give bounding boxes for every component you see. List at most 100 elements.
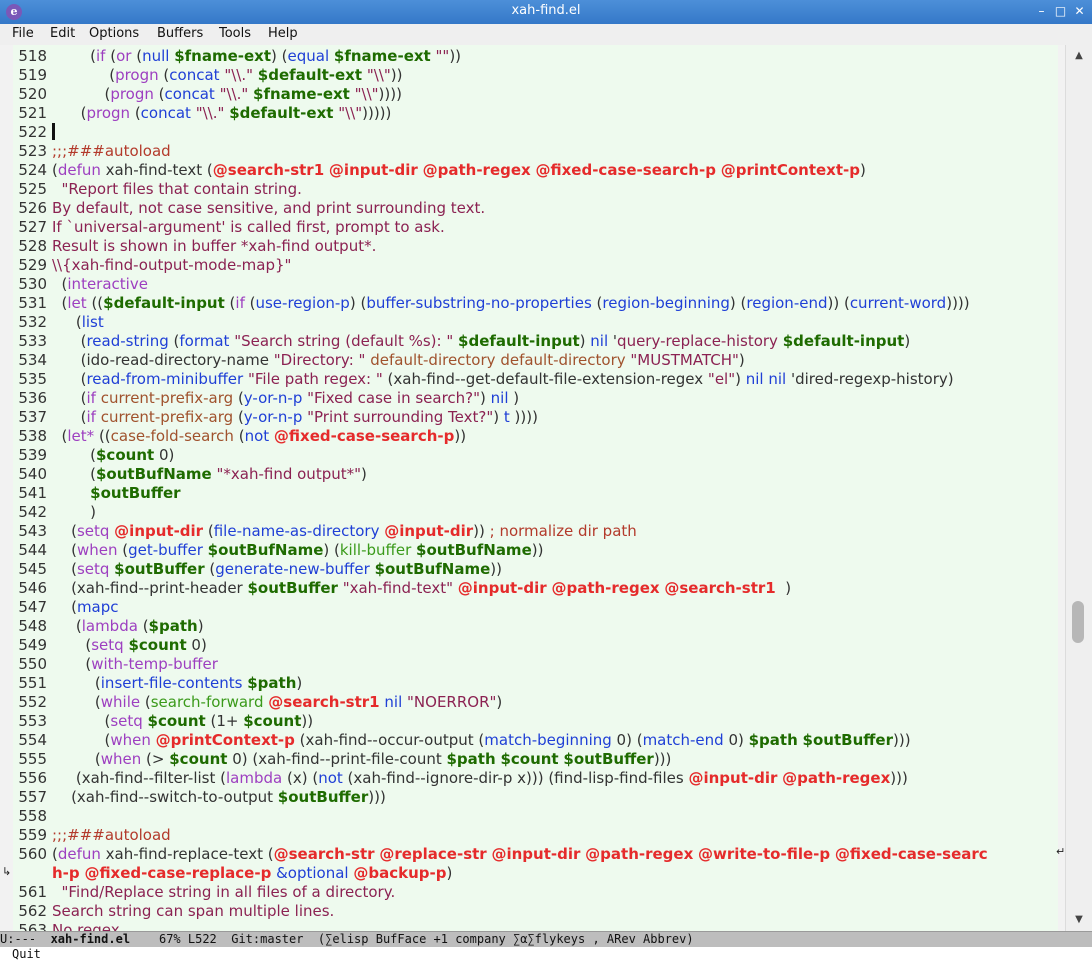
menu-buffers[interactable]: Buffers <box>157 26 203 41</box>
menu-options[interactable]: Options <box>89 26 139 41</box>
code-line[interactable]: 527 If `universal-argument' is called fir… <box>14 218 1056 237</box>
code-line[interactable]: 546 (xah-find--print-header $outBuffer "… <box>14 579 1056 598</box>
code-line[interactable]: 543 (setq @input-dir (file-name-as-direc… <box>14 522 1056 541</box>
code-line[interactable]: 534 (ido-read-directory-name "Directory:… <box>14 351 1056 370</box>
code-line[interactable]: 530 (interactive <box>14 275 1056 294</box>
code-line[interactable]: 522 <box>14 123 1056 142</box>
close-icon[interactable]: ✕ <box>1071 3 1088 20</box>
code-line[interactable]: 529 \\{xah-find-output-mode-map}" <box>14 256 1056 275</box>
code-token: ) <box>579 332 591 350</box>
code-token: format <box>179 332 230 350</box>
code-token: (> <box>141 750 170 768</box>
code-line[interactable]: 539 ($count 0) <box>14 446 1056 465</box>
line-number: 524 <box>18 161 47 179</box>
vertical-scrollbar[interactable]: ▲ ▼ <box>1065 45 1092 931</box>
code-token: )) <box>301 712 314 730</box>
code-line[interactable]: h-p @fixed-case-replace-p &optional @bac… <box>14 864 1056 883</box>
code-token: @input-dir <box>457 579 547 597</box>
code-token: (xah-find--print-header <box>52 579 248 597</box>
code-token: defun <box>57 161 101 179</box>
editor-area[interactable]: 518 (if (or (null $fname-ext) (equal $fn… <box>0 45 1092 939</box>
line-number: 531 <box>18 294 47 312</box>
code-line[interactable]: 547 (mapc <box>14 598 1056 617</box>
modeline-vc[interactable]: Git:master <box>231 932 303 946</box>
code-token: current-prefix-arg <box>100 408 234 426</box>
code-line[interactable]: 537 (if current-prefix-arg (y-or-n-p "Pr… <box>14 408 1056 427</box>
maximize-icon[interactable]: □ <box>1052 3 1069 20</box>
code-token: null <box>142 47 170 65</box>
code-line[interactable]: 520 (progn (concat "\\." $fname-ext "\\"… <box>14 85 1056 104</box>
code-token: nil <box>384 693 403 711</box>
code-token: ) <box>738 351 745 369</box>
code-line[interactable]: 549 (setq $count 0) <box>14 636 1056 655</box>
code-line[interactable]: 560 (defun xah-find-replace-text (@search… <box>14 845 1056 864</box>
code-token: ) <box>493 408 504 426</box>
code-line[interactable]: 542 ) <box>14 503 1056 522</box>
code-line[interactable]: 538 (let* ((case-fold-search (not @fixed… <box>14 427 1056 446</box>
menu-file[interactable]: File <box>12 26 34 41</box>
code-token: @printContext-p <box>720 161 860 179</box>
code-token: (xah-find--filter-list ( <box>52 769 226 787</box>
code-line[interactable]: 556 (xah-find--filter-list (lambda (x) (… <box>14 769 1056 788</box>
code-buffer[interactable]: 518 (if (or (null $fname-ext) (equal $fn… <box>14 47 1056 940</box>
code-line[interactable]: 533 (read-string (format "Search string … <box>14 332 1056 351</box>
code-line[interactable]: 553 (setq $count (1+ $count)) <box>14 712 1056 731</box>
scroll-down-icon[interactable]: ▼ <box>1066 911 1092 929</box>
code-token: ( <box>52 522 77 540</box>
code-token: $count <box>96 446 155 464</box>
code-token: lambda <box>225 769 283 787</box>
line-number: 543 <box>18 522 47 540</box>
scroll-up-icon[interactable]: ▲ <box>1066 47 1092 65</box>
code-token: setq <box>76 522 110 540</box>
menu-edit[interactable]: Edit <box>50 26 75 41</box>
minimize-icon[interactable]: – <box>1033 3 1050 20</box>
code-token: $outBuffer <box>563 750 654 768</box>
scrollbar-thumb[interactable] <box>1072 601 1084 643</box>
code-token: when <box>100 750 142 768</box>
code-line[interactable]: 528 Result is shown in buffer *xah-find o… <box>14 237 1056 256</box>
code-line[interactable]: 551 (insert-file-contents $path) <box>14 674 1056 693</box>
code-line[interactable]: 555 (when (> $count 0) (xah-find--print-… <box>14 750 1056 769</box>
mode-line[interactable]: U:--- xah-find.el 67% L522 Git:master (∑… <box>0 931 1092 947</box>
window-title: xah-find.el <box>511 3 581 18</box>
modeline-modes[interactable]: (∑elisp BufFace +1 company ∑α∑flykeys , … <box>318 932 694 946</box>
code-line[interactable]: 531 (let (($default-input (if (use-regio… <box>14 294 1056 313</box>
code-line[interactable]: 541 $outBuffer <box>14 484 1056 503</box>
code-line[interactable]: 552 (while (search-forward @search-str1 … <box>14 693 1056 712</box>
code-token: ( <box>52 655 92 673</box>
menu-tools[interactable]: Tools <box>219 26 251 41</box>
code-line[interactable]: 524 (defun xah-find-text (@search-str1 @i… <box>14 161 1056 180</box>
code-line[interactable]: 548 (lambda ($path) <box>14 617 1056 636</box>
code-line[interactable]: 562 Search string can span multiple lines… <box>14 902 1056 921</box>
code-token: or <box>116 47 132 65</box>
code-line[interactable]: 559 ;;;###autoload <box>14 826 1056 845</box>
menu-bar: File Edit Options Buffers Tools Help <box>0 24 1092 46</box>
menu-help[interactable]: Help <box>268 26 298 41</box>
line-number: 537 <box>18 408 47 426</box>
code-line[interactable]: 519 (progn (concat "\\." $default-ext "\… <box>14 66 1056 85</box>
code-line[interactable]: 544 (when (get-buffer $outBufName) (kill… <box>14 541 1056 560</box>
code-line[interactable]: 561 "Find/Replace string in all files of… <box>14 883 1056 902</box>
code-token: ( <box>52 66 116 84</box>
code-line[interactable]: 550 (with-temp-buffer <box>14 655 1056 674</box>
code-line[interactable]: 535 (read-from-minibuffer "File path reg… <box>14 370 1056 389</box>
code-line[interactable]: 540 ($outBufName "*xah-find output*") <box>14 465 1056 484</box>
code-line[interactable]: 525 "Report files that contain string. <box>14 180 1056 199</box>
code-line[interactable]: 521 (progn (concat "\\." $default-ext "\… <box>14 104 1056 123</box>
minibuffer[interactable]: Quit <box>0 947 1092 965</box>
code-line[interactable]: 532 (list <box>14 313 1056 332</box>
code-line[interactable]: 557 (xah-find--switch-to-output $outBuff… <box>14 788 1056 807</box>
code-line[interactable]: 558 <box>14 807 1056 826</box>
code-line[interactable]: 536 (if current-prefix-arg (y-or-n-p "Fi… <box>14 389 1056 408</box>
code-line[interactable]: 526 By default, not case sensitive, and p… <box>14 199 1056 218</box>
code-line[interactable]: 554 (when @printContext-p (xah-find--occ… <box>14 731 1056 750</box>
code-line[interactable]: 523 ;;;###autoload <box>14 142 1056 161</box>
code-token: "\\." <box>224 66 254 84</box>
code-line[interactable]: 518 (if (or (null $fname-ext) (equal $fn… <box>14 47 1056 66</box>
code-token: ) ( <box>271 47 288 65</box>
line-number: 545 <box>18 560 47 578</box>
code-token: if <box>86 408 96 426</box>
code-token: ( <box>52 560 77 578</box>
code-line[interactable]: 545 (setq $outBuffer (generate-new-buffe… <box>14 560 1056 579</box>
code-token: )) ( <box>827 294 850 312</box>
